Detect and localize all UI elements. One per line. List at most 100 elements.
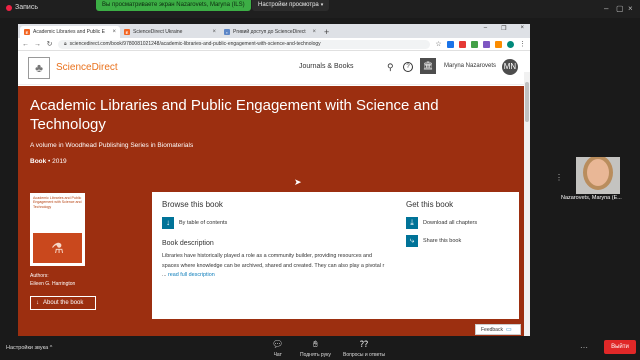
address-bar: ← → ↻ 🔒︎ sciencedirect.com/book/978008102… [18, 38, 530, 51]
qa-icon: ⁇ [359, 339, 369, 349]
minimize-icon[interactable]: – [604, 4, 608, 13]
chat-label: Чат [273, 352, 282, 358]
sciencedirect-brand[interactable]: ScienceDirect [56, 62, 118, 73]
get-book-title: Get this book [406, 200, 454, 209]
chevron-up-icon: ^ [49, 345, 53, 351]
url-field[interactable]: 🔒︎ sciencedirect.com/book/9780081021248/a… [58, 39, 430, 49]
sciencedirect-header: ♣ ScienceDirect Journals & Books ⚲ ? 🏛︎ … [18, 51, 530, 85]
tab-sciencedirect-ukraine[interactable]: E ScienceDirect Ukraine × [120, 26, 220, 38]
shared-browser-window: E Academic Libraries and Public E × E Sc… [18, 24, 530, 345]
book-title: Academic Libraries and Public Engagement… [30, 97, 439, 133]
chat-button[interactable]: 💬︎ Чат [272, 339, 283, 358]
tab-academic-libraries[interactable]: E Academic Libraries and Public E × [20, 26, 120, 38]
recording-label: Запись [15, 4, 38, 11]
tab-bar: E Academic Libraries and Public E × E Sc… [18, 24, 530, 38]
url-text: sciencedirect.com/book/9780081021248/aca… [69, 40, 321, 47]
bookmark-star-icon[interactable]: ☆ [435, 40, 442, 48]
qa-label: Вопросы и ответы [343, 352, 386, 358]
elsevier-icon: E [124, 29, 130, 35]
journals-books-link[interactable]: Journals & Books [299, 63, 353, 70]
tab-label: ScienceDirect Ukraine [133, 29, 183, 35]
page-icon: ▪ [224, 29, 230, 35]
close-icon[interactable]: × [628, 4, 633, 13]
leave-button[interactable]: Выйти [604, 340, 636, 354]
avatar[interactable]: MN [502, 59, 518, 75]
arrow-down-icon: ↓ [162, 217, 174, 229]
share-icon: ⤷ [406, 235, 418, 247]
close-tab-icon[interactable]: × [112, 29, 116, 35]
extension-icon[interactable] [495, 40, 502, 48]
close-icon[interactable]: × [520, 25, 524, 32]
browse-title: Browse this book [162, 200, 223, 209]
extension-icon[interactable] [459, 40, 466, 48]
reload-icon[interactable]: ↻ [46, 40, 53, 48]
cover-title: Academic Libraries and Public Engagement… [33, 196, 82, 209]
authors-label: Authors: [30, 273, 49, 279]
elsevier-tree-logo[interactable]: ♣ [28, 56, 50, 79]
about-book-button[interactable]: ↓ About the book [30, 296, 96, 310]
book-year: 2019 [52, 158, 67, 165]
lock-icon: 🔒︎ [64, 40, 67, 47]
drag-handle-icon[interactable]: ⋮ [555, 173, 563, 182]
tab-label: Academic Libraries and Public E [33, 29, 105, 35]
participant-name: Nazarovets, Maryna (E... [561, 195, 622, 201]
download-icon: ⤓ [406, 217, 418, 229]
participant-video[interactable] [576, 157, 620, 194]
close-tab-icon[interactable]: × [212, 29, 216, 35]
share-book-link[interactable]: ⤷ Share this book [406, 235, 461, 247]
back-icon[interactable]: ← [22, 41, 29, 48]
maximize-icon[interactable]: ▢ [616, 4, 624, 13]
about-book-label: About the book [43, 300, 84, 306]
hand-icon: ✋︎ [312, 339, 319, 349]
book-type: Book [30, 158, 47, 165]
search-icon[interactable]: ⚲ [387, 62, 394, 73]
download-label: Download all chapters [423, 220, 478, 226]
extension-icon[interactable] [483, 40, 490, 48]
author-link[interactable]: Eileen G. Harrington [30, 281, 75, 287]
tab-label: Ргивий доступ до ScienceDirect [233, 29, 306, 35]
view-options-label: Настройки просмотра [258, 2, 319, 8]
user-name[interactable]: Maryna Nazarovets [444, 63, 496, 69]
download-chapters-link[interactable]: ⤓ Download all chapters [406, 217, 477, 229]
elsevier-icon: E [24, 29, 30, 35]
share-label: Share this book [423, 238, 462, 244]
book-type-year: Book • 2019 [30, 158, 67, 165]
chat-bubble-icon: ▭ [505, 327, 512, 333]
new-tab-icon[interactable]: + [324, 26, 329, 38]
institution-icon[interactable]: 🏛︎ [420, 58, 436, 74]
table-of-contents-link[interactable]: ↓ By table of contents [162, 217, 227, 229]
sound-settings-button[interactable]: Настройки звука ^ [6, 345, 52, 351]
profile-icon[interactable] [507, 40, 514, 48]
minimize-icon[interactable]: – [484, 25, 487, 32]
arrow-down-icon: ↓ [36, 300, 39, 306]
book-cover[interactable]: Academic Libraries and Public Engagement… [30, 193, 85, 266]
book-panel: Browse this book ↓ By table of contents … [152, 192, 519, 319]
book-series: A volume in Woodhead Publishing Series i… [30, 142, 194, 149]
toc-label: By table of contents [179, 220, 228, 226]
more-menu-icon[interactable]: ⋮ [519, 40, 526, 48]
feedback-button[interactable]: Feedback ▭ [475, 324, 521, 335]
view-options-button[interactable]: Настройки просмотра ▾ [252, 0, 330, 11]
zoom-bottom-bar: Настройки звука ^ 💬︎ Чат ✋︎ Поднять руку… [0, 336, 640, 360]
raise-hand-button[interactable]: ✋︎ Поднять руку [300, 339, 331, 358]
flask-icon: ⚗ [33, 233, 82, 263]
extension-icon[interactable] [447, 40, 454, 48]
forward-icon[interactable]: → [34, 41, 41, 48]
raise-hand-label: Поднять руку [300, 352, 331, 358]
tab-remote-access[interactable]: ▪ Ргивий доступ до ScienceDirect × [220, 26, 320, 38]
close-tab-icon[interactable]: × [312, 29, 316, 35]
scroll-thumb[interactable] [525, 82, 529, 122]
zoom-top-bar: Запись Вы просматриваете экран Nazarovet… [0, 0, 640, 18]
restore-icon[interactable]: ❐ [501, 25, 506, 32]
description-title: Book description [162, 240, 214, 247]
help-icon[interactable]: ? [403, 62, 413, 72]
record-icon [6, 4, 12, 11]
qa-button[interactable]: ⁇ Вопросы и ответы [343, 339, 385, 358]
read-full-description-link[interactable]: read full description [168, 272, 215, 278]
page-scrollbar[interactable] [524, 72, 530, 345]
participant-avatar [587, 159, 609, 186]
extension-icon[interactable] [471, 40, 478, 48]
window-controls: – ❐ × [484, 25, 524, 32]
more-options-icon[interactable]: ⋯ [580, 343, 588, 352]
share-banner: Вы просматриваете экран Nazarovets, Mary… [96, 0, 251, 11]
